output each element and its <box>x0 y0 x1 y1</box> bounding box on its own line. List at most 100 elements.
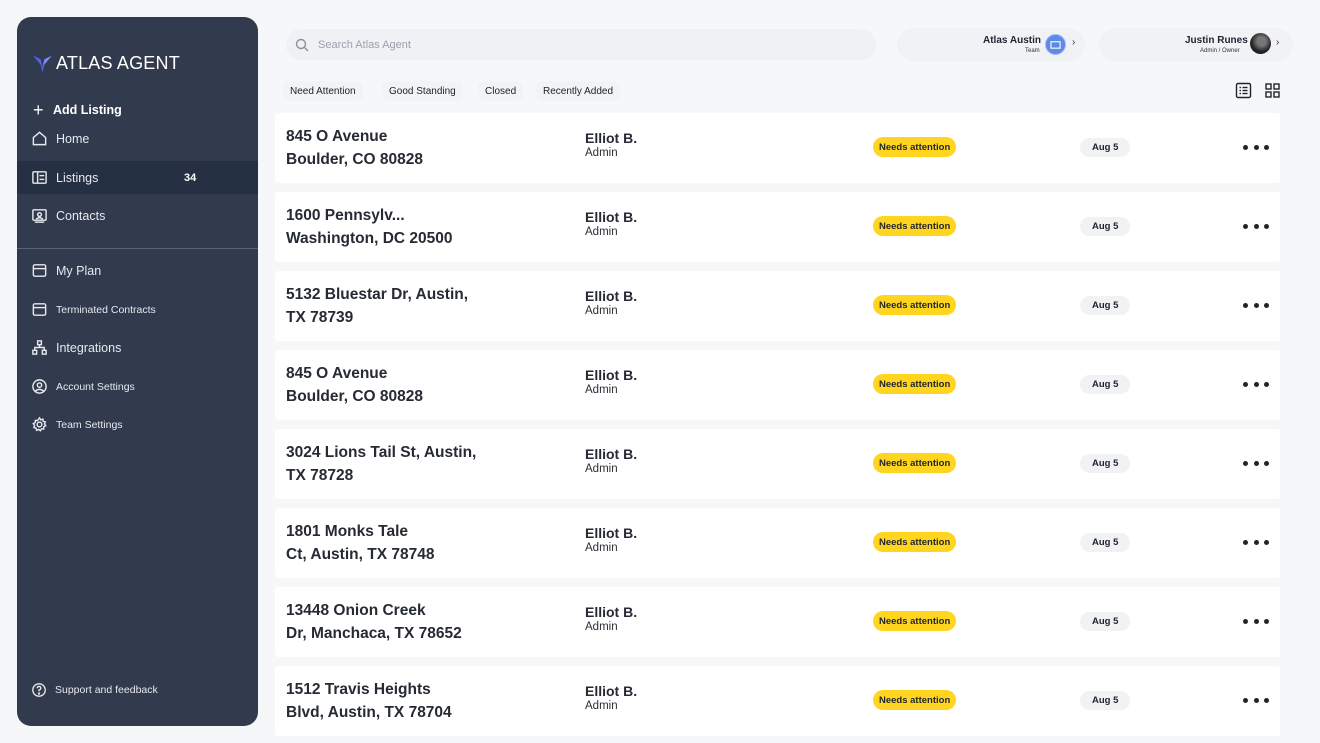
gear-icon <box>32 416 47 432</box>
search-input[interactable] <box>318 38 818 51</box>
status-badge: Needs attention <box>873 295 957 315</box>
table-row[interactable]: 845 O Avenue Boulder, CO 80828 Elliot B. A… <box>275 113 1280 183</box>
add-listing-button[interactable]: + Add Listing <box>33 100 122 120</box>
more-options-icon[interactable] <box>1243 376 1269 392</box>
sidebar-item-integrations[interactable]: Integrations <box>17 331 258 364</box>
tab-label: Closed <box>485 85 517 97</box>
listing-agent: Elliot B. Admin <box>585 209 637 238</box>
address-line2: Dr, Manchaca, TX 78652 <box>286 625 462 642</box>
brand-logo[interactable]: ATLAS AGENT <box>33 53 180 74</box>
status-badge: Needs attention <box>873 453 957 473</box>
listing-address: 1801 Monks Tale Ct, Austin, TX 78748 <box>286 520 434 566</box>
terminated-icon <box>32 303 47 316</box>
sidebar-item-label: Integrations <box>56 340 122 355</box>
agent-name: Elliot B. <box>585 130 638 146</box>
more-options-icon[interactable] <box>1243 534 1269 550</box>
address-line2: TX 78739 <box>286 309 354 326</box>
sidebar-item-home[interactable]: Home <box>17 122 258 155</box>
tab-closed[interactable]: Closed <box>478 81 524 101</box>
table-row[interactable]: 1801 Monks Tale Ct, Austin, TX 78748 Elli… <box>275 508 1280 578</box>
user-name: Justin Runes <box>1185 35 1248 46</box>
table-row[interactable]: 13448 Onion Creek Dr, Manchaca, TX 78652 … <box>275 587 1280 657</box>
address-line2: TX 78728 <box>286 467 354 484</box>
team-switcher[interactable]: Atlas Austin Team › <box>897 28 1085 61</box>
tab-need-attention[interactable]: Need Attention <box>283 81 363 101</box>
table-row[interactable]: 1600 Pennsylv... Washington, DC 20500 Ell… <box>275 192 1280 262</box>
sidebar-item-account-settings[interactable]: Account Settings <box>17 370 258 403</box>
agent-role: Admin <box>585 542 618 554</box>
listing-agent: Elliot B. Admin <box>585 525 637 554</box>
sidebar-item-label: Account Settings <box>56 380 135 393</box>
address-line2: Blvd, Austin, TX 78704 <box>286 704 452 721</box>
more-options-icon[interactable] <box>1243 218 1269 234</box>
tab-good-standing[interactable]: Good Standing <box>382 81 463 101</box>
address-line1: 1600 Pennsylv... <box>286 207 405 224</box>
table-row[interactable]: 5132 Bluestar Dr, Austin, TX 78739 Elliot… <box>275 271 1280 341</box>
listing-agent: Elliot B. Admin <box>585 288 637 317</box>
search-bar[interactable] <box>286 29 876 60</box>
listing-address: 845 O Avenue Boulder, CO 80828 <box>286 125 423 171</box>
support-label: Support and feedback <box>55 684 158 696</box>
sidebar-item-listings[interactable]: Listings 34 <box>17 161 258 194</box>
user-menu[interactable]: Justin Runes Admin / Owner › <box>1099 28 1293 61</box>
date-badge: Aug 5 <box>1080 217 1131 236</box>
listing-address: 1512 Travis Heights Blvd, Austin, TX 7870… <box>286 678 452 724</box>
agent-role: Admin <box>585 700 618 712</box>
more-options-icon[interactable] <box>1243 613 1269 629</box>
tab-label: Need Attention <box>290 85 356 97</box>
support-feedback-link[interactable]: Support and feedback <box>31 682 158 698</box>
contacts-icon <box>32 209 47 223</box>
team-name: Atlas Austin <box>983 35 1041 46</box>
date-badge: Aug 5 <box>1080 454 1131 473</box>
agent-name: Elliot B. <box>585 209 638 225</box>
sidebar-item-label: Home <box>56 131 90 146</box>
list-view-icon[interactable] <box>1235 82 1252 99</box>
more-options-icon[interactable] <box>1243 455 1269 471</box>
sidebar-item-label: Contacts <box>56 208 106 223</box>
listings-icon <box>32 171 47 184</box>
sidebar-item-label: Listings <box>56 170 99 185</box>
date-badge: Aug 5 <box>1080 533 1131 552</box>
table-row[interactable]: 3024 Lions Tail St, Austin, TX 78728 Elli… <box>275 429 1280 499</box>
agent-name: Elliot B. <box>585 525 638 541</box>
address-line1: 13448 Onion Creek <box>286 602 426 619</box>
more-options-icon[interactable] <box>1243 692 1269 708</box>
sidebar-item-terminated-contracts[interactable]: Terminated Contracts <box>17 293 258 326</box>
home-icon <box>32 131 47 146</box>
sidebar-item-contacts[interactable]: Contacts <box>17 199 258 232</box>
address-line2: Boulder, CO 80828 <box>286 151 423 168</box>
listing-address: 845 O Avenue Boulder, CO 80828 <box>286 362 423 408</box>
chevron-right-icon: › <box>1072 37 1076 48</box>
table-row[interactable]: 845 O Avenue Boulder, CO 80828 Elliot B. A… <box>275 350 1280 420</box>
agent-name: Elliot B. <box>585 288 638 304</box>
user-role: Admin / Owner <box>1200 48 1240 54</box>
date-badge: Aug 5 <box>1080 691 1131 710</box>
atlas-logo-icon <box>33 54 52 73</box>
date-badge: Aug 5 <box>1080 296 1131 315</box>
account-icon <box>32 379 47 394</box>
brand-name: ATLAS AGENT <box>56 53 180 73</box>
listing-agent: Elliot B. Admin <box>585 367 637 396</box>
agent-role: Admin <box>585 147 618 159</box>
agent-role: Admin <box>585 621 618 633</box>
agent-role: Admin <box>585 226 618 238</box>
address-line2: Washington, DC 20500 <box>286 230 453 247</box>
status-badge: Needs attention <box>873 532 957 552</box>
sidebar-item-team-settings[interactable]: Team Settings <box>17 408 258 441</box>
integrations-icon <box>32 340 47 355</box>
listing-address: 1600 Pennsylv... Washington, DC 20500 <box>286 204 453 250</box>
grid-view-icon[interactable] <box>1264 82 1281 99</box>
status-badge: Needs attention <box>873 374 957 394</box>
more-options-icon[interactable] <box>1243 297 1269 313</box>
listing-address: 5132 Bluestar Dr, Austin, TX 78739 <box>286 283 468 329</box>
table-row[interactable]: 1512 Travis Heights Blvd, Austin, TX 7870… <box>275 666 1280 736</box>
tab-label: Recently Added <box>543 85 614 97</box>
status-badge: Needs attention <box>873 690 957 710</box>
more-options-icon[interactable] <box>1243 139 1269 155</box>
sidebar-item-my-plan[interactable]: My Plan <box>17 254 258 287</box>
team-logo-icon <box>1050 41 1061 49</box>
tab-recently-added[interactable]: Recently Added <box>536 81 621 101</box>
plus-icon: + <box>33 100 44 120</box>
listing-address: 13448 Onion Creek Dr, Manchaca, TX 78652 <box>286 599 462 645</box>
add-listing-label: Add Listing <box>53 103 122 117</box>
